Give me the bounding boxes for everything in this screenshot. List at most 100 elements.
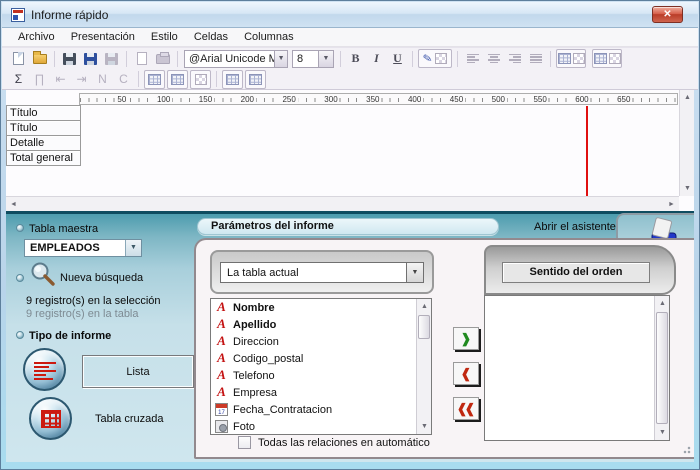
show-column-button[interactable] — [144, 70, 165, 89]
alpha-field-icon: A — [215, 301, 228, 314]
bullet-icon — [16, 224, 24, 232]
scroll-up-icon[interactable]: ▲ — [680, 90, 695, 105]
scroll-right-icon[interactable]: ► — [664, 197, 679, 212]
pencil-icon: ✎ — [422, 51, 433, 65]
report-row-label[interactable]: Título — [6, 120, 81, 136]
table-select-dropdown-icon[interactable]: ▼ — [406, 263, 423, 282]
insert-column-right-button[interactable] — [245, 70, 266, 89]
scroll-up-icon[interactable]: ▲ — [417, 299, 432, 314]
menu-item-1[interactable]: Archivo — [10, 29, 63, 45]
table-select-box: La tabla actual ▼ — [210, 250, 434, 294]
auto-relations-checkbox[interactable] — [238, 436, 251, 449]
selection-count: 9 registro(s) en la selección — [26, 295, 161, 307]
sum-button[interactable]: Σ — [8, 70, 29, 89]
bullet-icon — [16, 331, 24, 339]
cross-table-icon — [41, 410, 61, 428]
open-button[interactable] — [29, 49, 50, 68]
scroll-down-icon[interactable]: ▼ — [655, 425, 670, 440]
underline-button[interactable]: U — [387, 49, 408, 68]
open-assistant-label[interactable]: Abrir el asistente — [534, 221, 616, 233]
cross-table-report-button[interactable] — [29, 397, 72, 440]
column-rows-button[interactable] — [167, 70, 188, 89]
order-direction-button[interactable]: Sentido del orden — [502, 262, 650, 283]
sort-c-button: C — [113, 70, 134, 89]
text-color-button[interactable]: ✎ — [418, 49, 452, 68]
picture-field-icon — [215, 420, 228, 433]
cell-fill-button[interactable] — [592, 49, 622, 68]
revert-icon — [105, 53, 118, 65]
order-list-scrollbar[interactable]: ▲ ▼ — [654, 296, 669, 440]
table-count: 9 registro(s) en la tabla — [26, 308, 139, 320]
field-list[interactable]: ANombreAApellidoADireccionACodigo_postal… — [210, 298, 432, 435]
scrollbar-thumb[interactable] — [656, 312, 668, 424]
save-button[interactable] — [59, 49, 80, 68]
subtotal-left-button: ⇤ — [50, 70, 71, 89]
menu-item-4[interactable]: Celdas — [186, 29, 236, 45]
title-bar[interactable]: Informe rápido ✕ — [2, 2, 698, 28]
auto-relations-label: Todas las relaciones en automático — [258, 437, 430, 449]
remove-field-button[interactable]: ❰ — [453, 362, 479, 385]
field-item[interactable]: 17Fecha_Contratacion — [211, 401, 431, 418]
scroll-left-icon[interactable]: ◄ — [6, 197, 21, 212]
toolbar-operators: Σ ∏ ⇤ ⇥ N C — [2, 69, 698, 90]
remove-all-fields-button[interactable]: ❰❰ — [453, 397, 479, 420]
insert-column-left-button[interactable] — [222, 70, 243, 89]
table-select-value: La tabla actual — [221, 267, 299, 279]
font-family-dropdown-icon[interactable]: ▼ — [274, 51, 287, 67]
new-document-button[interactable] — [8, 49, 29, 68]
field-list-scrollbar[interactable]: ▲ ▼ — [416, 299, 431, 434]
save-as-button[interactable] — [80, 49, 101, 68]
font-size-value: 8 — [293, 53, 307, 65]
report-row-label[interactable]: Detalle — [6, 135, 81, 151]
ruler-tick-50: 50 — [115, 94, 128, 105]
ruler-tick-550: 550 — [531, 94, 548, 105]
field-item[interactable]: ACodigo_postal — [211, 350, 431, 367]
master-table-dropdown-icon[interactable]: ▼ — [125, 240, 141, 256]
field-item[interactable]: ADireccion — [211, 333, 431, 350]
report-vertical-scrollbar[interactable]: ▲ ▼ — [679, 90, 694, 196]
font-size-select[interactable]: 8 ▼ — [292, 50, 334, 68]
bold-button[interactable]: B — [345, 49, 366, 68]
report-row-label[interactable]: Título — [6, 105, 81, 121]
new-document-icon — [13, 52, 24, 65]
report-horizontal-scrollbar[interactable]: ◄ ► — [6, 196, 679, 211]
report-row-label[interactable]: Total general — [6, 150, 81, 166]
align-center-icon — [488, 54, 500, 64]
cell-borders-button[interactable] — [556, 49, 586, 68]
field-name: Codigo_postal — [233, 353, 303, 365]
ruler: 50100150200250300350400450500550600650 — [79, 93, 678, 105]
new-search-label[interactable]: Nueva búsqueda — [60, 272, 143, 284]
order-list[interactable]: ▲ ▼ — [484, 295, 670, 441]
magnifier-icon[interactable] — [28, 261, 56, 287]
field-item[interactable]: ATelefono — [211, 367, 431, 384]
master-table-select[interactable]: EMPLEADOS ▼ — [24, 239, 142, 257]
field-item[interactable]: ANombre — [211, 299, 431, 316]
field-item[interactable]: AApellido — [211, 316, 431, 333]
column-pattern-button[interactable] — [190, 70, 211, 89]
scroll-up-icon[interactable]: ▲ — [655, 296, 670, 311]
menu-item-3[interactable]: Estilo — [143, 29, 186, 45]
resize-grip[interactable] — [681, 444, 691, 454]
report-type-label: Tipo de informe — [29, 330, 111, 342]
report-design-area[interactable]: 50100150200250300350400450500550600650 T… — [6, 90, 694, 211]
toolbar-main: @Arial Unicode MS ▼ 8 ▼ B I U ✎ — [2, 47, 698, 69]
list-report-button[interactable] — [23, 348, 66, 391]
menu-item-2[interactable]: Presentación — [63, 29, 143, 45]
scroll-down-icon[interactable]: ▼ — [680, 181, 695, 196]
print-icon — [156, 54, 170, 64]
font-family-select[interactable]: @Arial Unicode MS ▼ — [184, 50, 288, 68]
cross-table-button-label: Tabla cruzada — [95, 413, 164, 425]
close-button[interactable]: ✕ — [652, 6, 683, 23]
table-select[interactable]: La tabla actual ▼ — [220, 262, 424, 283]
field-item[interactable]: AEmpresa — [211, 384, 431, 401]
font-size-dropdown-icon[interactable]: ▼ — [318, 51, 333, 67]
add-field-button[interactable]: ❱ — [453, 327, 479, 350]
page-preview-icon — [137, 52, 147, 65]
italic-button[interactable]: I — [366, 49, 387, 68]
field-item[interactable]: Foto — [211, 418, 431, 435]
scrollbar-thumb[interactable] — [418, 315, 430, 339]
open-folder-icon — [33, 54, 47, 64]
list-report-selected-frame[interactable]: Lista — [82, 355, 194, 388]
menu-item-5[interactable]: Columnas — [236, 29, 302, 45]
scroll-down-icon[interactable]: ▼ — [417, 419, 432, 434]
